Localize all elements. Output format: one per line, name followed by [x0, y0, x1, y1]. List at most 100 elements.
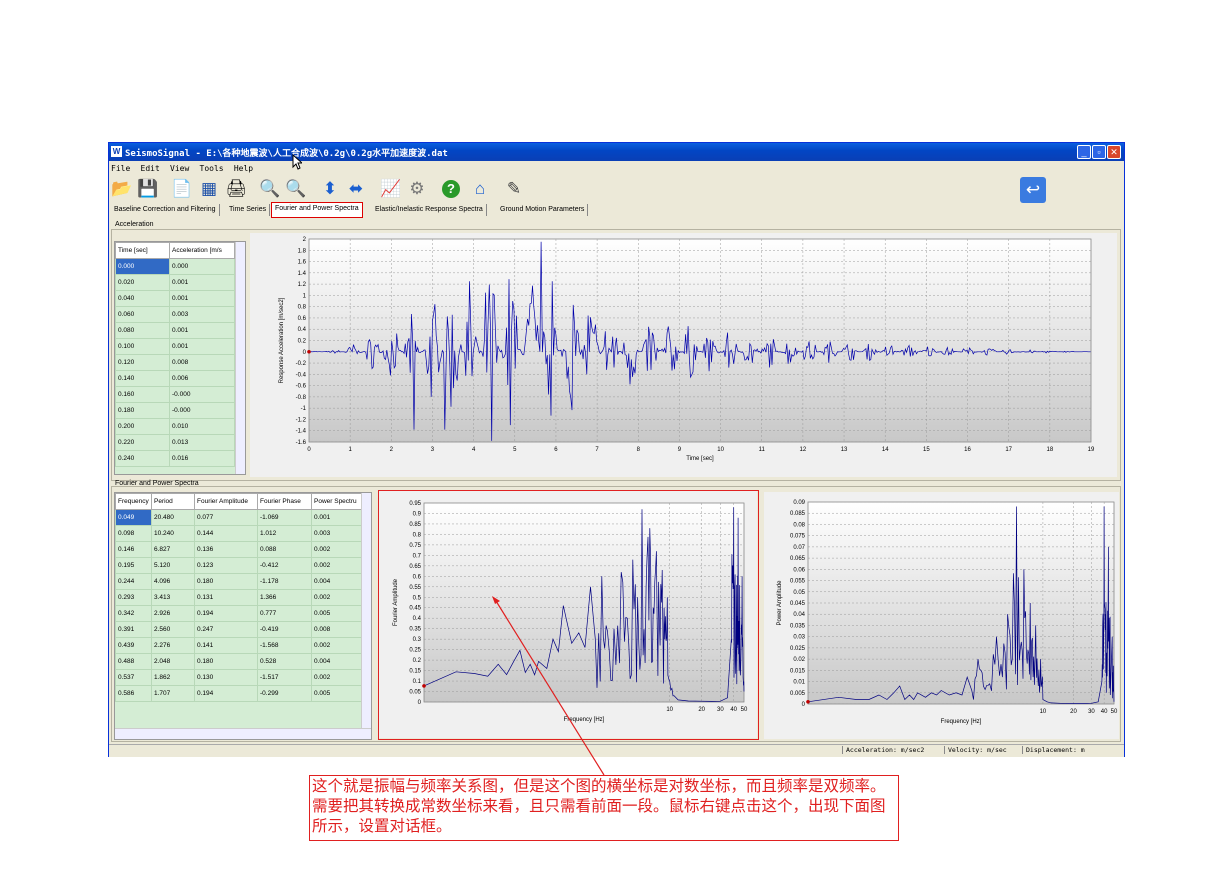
spectra-table-hscrollbar[interactable]	[115, 728, 371, 739]
acceleration-chart[interactable]: 2 1.8 1.6 1.4 1.2 1 0.8 0.6 0.4 0.2 0 -0.2 -0.4 -0.6-…	[250, 233, 1117, 477]
table-cell[interactable]: 6.827	[151, 541, 195, 558]
acceleration-row[interactable]: 0.020 0.001	[115, 274, 235, 291]
table-cell[interactable]: 0.342	[115, 605, 152, 622]
table-cell[interactable]: 0.060	[115, 306, 170, 323]
table-cell[interactable]: 0.001	[311, 509, 362, 526]
acceleration-row[interactable]: 0.120 0.008	[115, 354, 235, 371]
acceleration-row[interactable]: 0.140 0.006	[115, 370, 235, 387]
acceleration-row[interactable]: 0.220 0.013	[115, 434, 235, 451]
table-cell[interactable]: 2.560	[151, 621, 195, 638]
table-cell[interactable]: 0.100	[115, 338, 170, 355]
spectra-row[interactable]: 0.342 2.926 0.194 0.777 0.005	[115, 605, 362, 622]
table-cell[interactable]: 0.077	[194, 509, 258, 526]
table-cell[interactable]: 0.141	[194, 637, 258, 654]
table-cell[interactable]: -1.568	[257, 637, 312, 654]
acceleration-row[interactable]: 0.200 0.010	[115, 418, 235, 435]
column-header[interactable]: Period	[151, 493, 195, 510]
table-cell[interactable]: 0.194	[194, 685, 258, 702]
settings-icon[interactable]: ⚙	[406, 178, 428, 200]
spectra-row[interactable]: 0.586 1.707 0.194 -0.299 0.005	[115, 685, 362, 702]
spectra-row[interactable]: 0.391 2.560 0.247 -0.419 0.008	[115, 621, 362, 638]
table-cell[interactable]: 0.130	[194, 669, 258, 686]
table-cell[interactable]: 0.002	[311, 541, 362, 558]
vertical-arrows-icon[interactable]: ⬍	[319, 178, 341, 200]
table-cell[interactable]: 0.004	[311, 573, 362, 590]
table-cell[interactable]: 0.537	[115, 669, 152, 686]
table-cell[interactable]: 0.160	[115, 386, 170, 403]
table-cell[interactable]: 0.777	[257, 605, 312, 622]
table-cell[interactable]: 1.707	[151, 685, 195, 702]
fourier-amplitude-chart[interactable]: 0.95 0.9 0.85 0.8 0.75 0.7 0.65 0.6 0.55 0.5 0.45 0…	[378, 490, 759, 740]
chart-icon[interactable]: 📈	[380, 178, 402, 200]
back-icon[interactable]: ↩	[1020, 177, 1046, 203]
menu-help[interactable]: Help	[234, 162, 253, 176]
menu-view[interactable]: View	[170, 162, 189, 176]
column-header[interactable]: Fourier Phase	[257, 493, 312, 510]
table-cell[interactable]: 20.480	[151, 509, 195, 526]
column-header[interactable]: Fourier Amplitude	[194, 493, 258, 510]
spectra-row[interactable]: 0.244 4.096 0.180 -1.178 0.004	[115, 573, 362, 590]
table-cell[interactable]: 0.240	[115, 450, 170, 467]
table-cell[interactable]: 0.586	[115, 685, 152, 702]
close-button[interactable]: ✕	[1107, 145, 1121, 159]
acceleration-table-scrollbar[interactable]	[235, 242, 245, 474]
table-cell[interactable]: 4.096	[151, 573, 195, 590]
spectra-table-scrollbar[interactable]	[361, 493, 371, 729]
table-cell[interactable]: 2.276	[151, 637, 195, 654]
menu-tools[interactable]: Tools	[200, 162, 224, 176]
spectra-row[interactable]: 0.537 1.862 0.130 -1.517 0.002	[115, 669, 362, 686]
table-cell[interactable]: 0.195	[115, 557, 152, 574]
spectra-row[interactable]: 0.488 2.048 0.180 0.528 0.004	[115, 653, 362, 670]
table-cell[interactable]: 0.194	[194, 605, 258, 622]
table-cell[interactable]: 2.048	[151, 653, 195, 670]
table-cell[interactable]: -0.419	[257, 621, 312, 638]
table-cell[interactable]: 0.049	[115, 509, 152, 526]
table-cell[interactable]: 0.001	[169, 338, 235, 355]
minimize-button[interactable]: _	[1077, 145, 1091, 159]
table-cell[interactable]: 0.016	[169, 450, 235, 467]
table-cell[interactable]: 0.136	[194, 541, 258, 558]
open-folder-icon[interactable]: 📂	[111, 178, 133, 200]
table-cell[interactable]: 0.002	[311, 589, 362, 606]
table-cell[interactable]: 1.862	[151, 669, 195, 686]
acceleration-row[interactable]: 0.040 0.001	[115, 290, 235, 307]
home-icon[interactable]: ⌂	[469, 178, 491, 200]
table-cell[interactable]: 0.098	[115, 525, 152, 542]
column-header[interactable]: Frequency	[115, 493, 152, 510]
table-cell[interactable]: 0.005	[311, 605, 362, 622]
table-cell[interactable]: 0.180	[115, 402, 170, 419]
horizontal-arrows-icon[interactable]: ⬌	[345, 178, 367, 200]
table-cell[interactable]: 0.180	[194, 653, 258, 670]
help-icon[interactable]: ?	[442, 180, 460, 198]
table-cell[interactable]: 0.144	[194, 525, 258, 542]
table-cell[interactable]: 0.293	[115, 589, 152, 606]
tab-ground-motion[interactable]: Ground Motion Parameters	[497, 204, 589, 216]
acceleration-row[interactable]: 0.000 0.000	[115, 258, 235, 275]
table-cell[interactable]: 0.006	[169, 370, 235, 387]
table-cell[interactable]: 0.002	[311, 557, 362, 574]
table-cell[interactable]: 0.001	[169, 322, 235, 339]
table-cell[interactable]: 0.391	[115, 621, 152, 638]
table-cell[interactable]: 0.140	[115, 370, 170, 387]
spectra-row[interactable]: 0.195 5.120 0.123 -0.412 0.002	[115, 557, 362, 574]
table-cell[interactable]: 0.008	[169, 354, 235, 371]
tab-fourier-power-spectra[interactable]: Fourier and Power Spectra	[271, 202, 363, 218]
table-cell[interactable]: 0.123	[194, 557, 258, 574]
spectra-row[interactable]: 0.049 20.480 0.077 -1.069 0.001	[115, 509, 362, 526]
acceleration-row[interactable]: 0.100 0.001	[115, 338, 235, 355]
title-bar[interactable]: W SeismoSignal - E:\各种地震波\人工合成波\0.2g\0.2…	[109, 143, 1124, 161]
power-amplitude-chart[interactable]: 0.09 0.085 0.08 0.075 0.07 0.065 0.06 0.055 0.05…	[764, 492, 1119, 739]
table-cell[interactable]: 0.013	[169, 434, 235, 451]
new-document-icon[interactable]: 📄	[171, 178, 193, 200]
acceleration-row[interactable]: 0.240 0.016	[115, 450, 235, 467]
table-cell[interactable]: 1.012	[257, 525, 312, 542]
table-cell[interactable]: 0.008	[311, 621, 362, 638]
notes-icon[interactable]: ✎	[503, 178, 525, 200]
spectra-row[interactable]: 0.293 3.413 0.131 1.366 0.002	[115, 589, 362, 606]
tab-response-spectra[interactable]: Elastic/Inelastic Response Spectra	[372, 204, 487, 216]
tab-baseline-correction[interactable]: Baseline Correction and Filtering	[111, 204, 220, 216]
table-cell[interactable]: 0.439	[115, 637, 152, 654]
table-cell[interactable]: 0.080	[115, 322, 170, 339]
column-header[interactable]: Acceleration [m/s	[169, 242, 235, 259]
table-cell[interactable]: 0.000	[169, 258, 235, 275]
